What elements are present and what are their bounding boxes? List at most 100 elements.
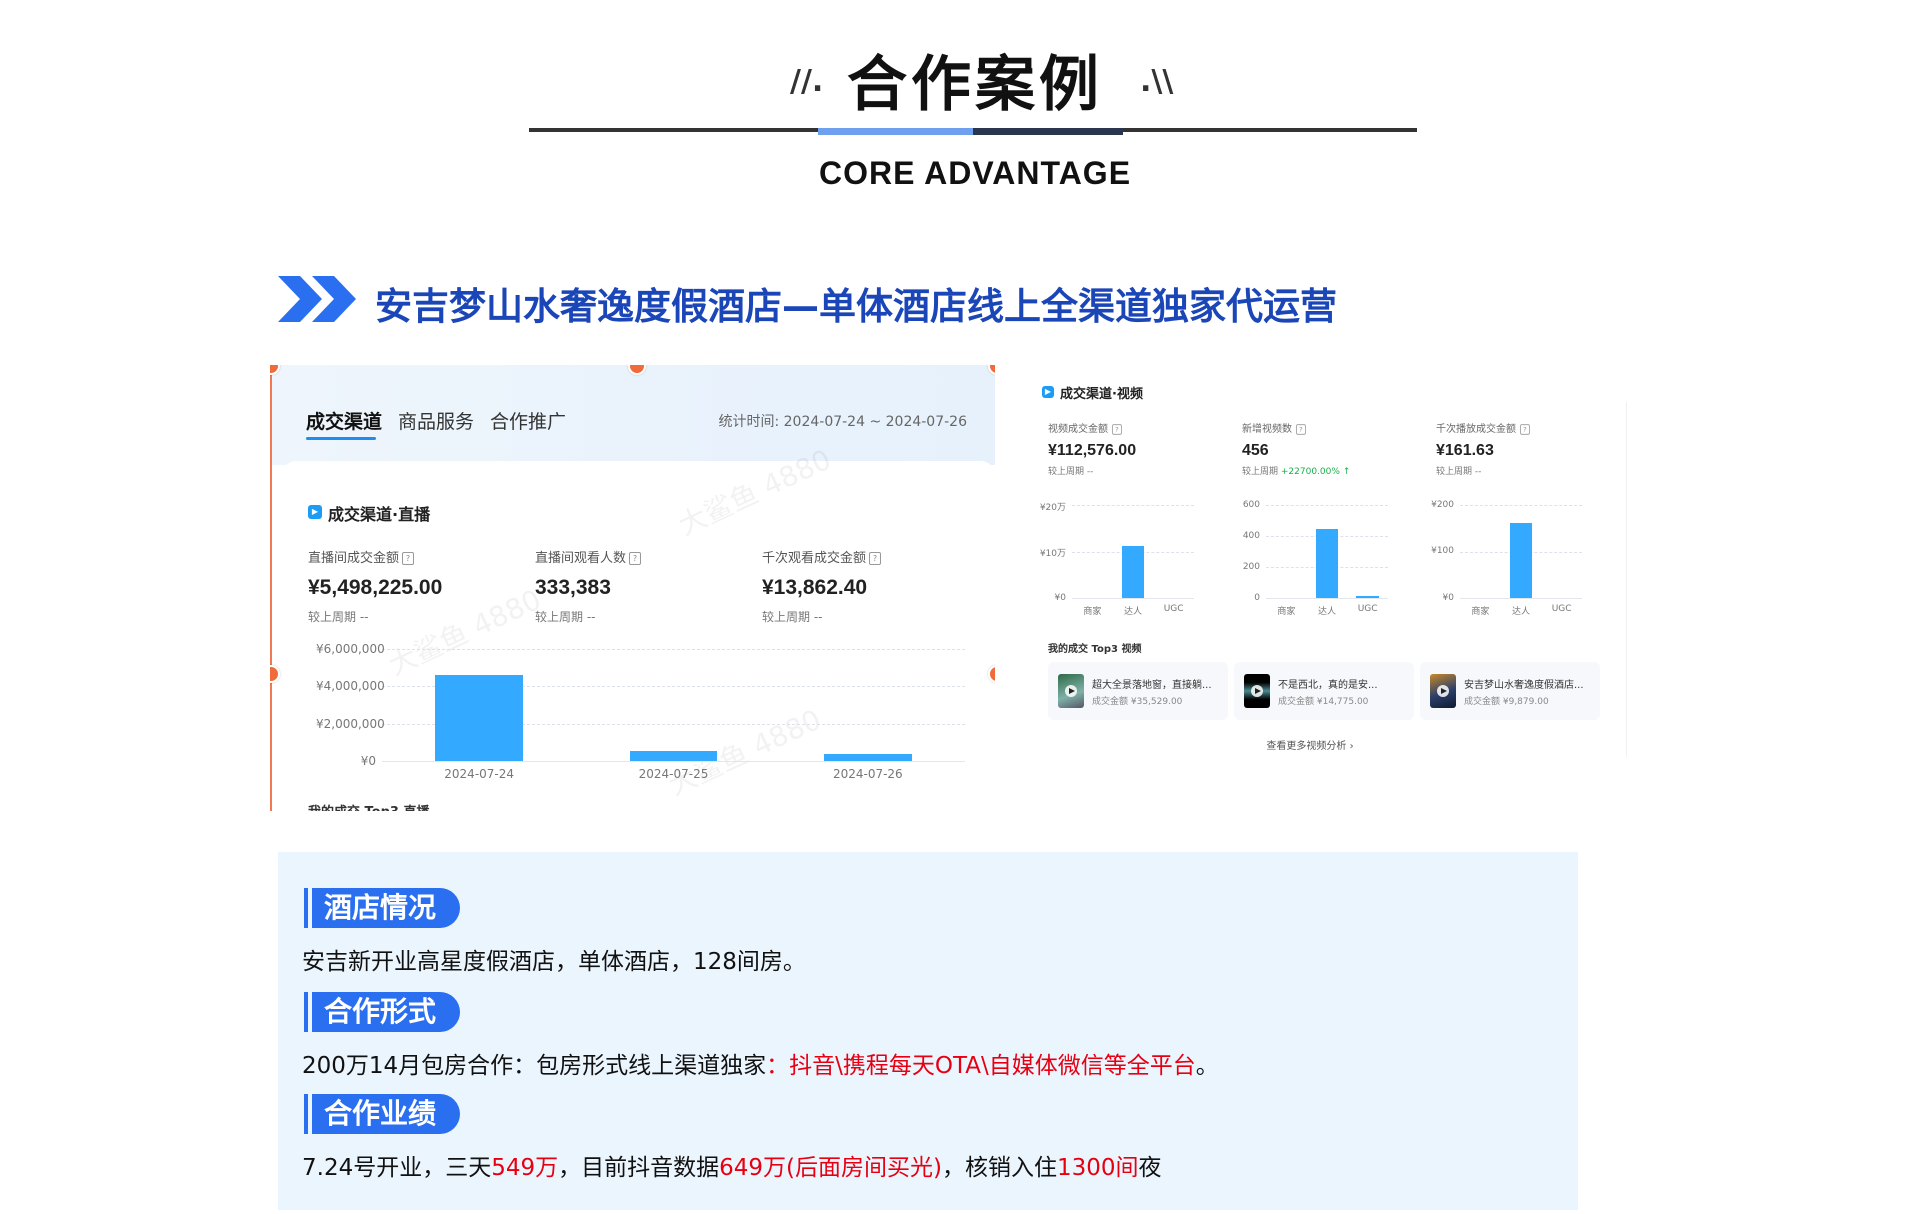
x-tick-label: 达人 (1317, 607, 1336, 617)
y-tick-label: ¥0 (1054, 592, 1066, 603)
metric-compare: 较上周期 -- (535, 610, 596, 624)
top3-live-title: 我的成交 Top3 直播 (308, 801, 429, 811)
gridline (1460, 505, 1582, 506)
metric-label: 千次播放成交金额 (1436, 424, 1516, 435)
active-tab-indicator (306, 437, 376, 440)
y-tick-label: 600 (1242, 499, 1260, 510)
play-icon (1065, 685, 1077, 697)
y-tick-label: ¥0 (360, 754, 376, 768)
tab-deal-channel[interactable]: 成交渠道 (306, 407, 382, 434)
panel-edge (1626, 402, 1627, 757)
highlight-text: ：抖音\携程每天OTA\自媒体微信等全平台 (766, 1053, 1196, 1079)
video-gmv-bar-chart: ¥0 ¥10万 ¥20万 商家 达人 UGC (1038, 495, 1198, 620)
page-title: 合作案例 (847, 50, 1103, 120)
metric-label: 直播间成交金额 (308, 551, 400, 566)
y-tick-label: ¥200 (1431, 499, 1454, 510)
metric-new-videos: 新增视频数? 456 较上周期 +22700.00% ↑ (1242, 420, 1350, 477)
x-tick-label: 商家 (1083, 607, 1102, 617)
title-underline-accent-blue (818, 128, 973, 135)
highlight-text: 649万(后面房间买光) (719, 1155, 942, 1181)
metric-compare: 较上周期 -- (1048, 466, 1094, 477)
body-text: 夜 (1138, 1155, 1162, 1181)
y-tick-label: ¥20万 (1039, 502, 1066, 513)
gridline (1266, 505, 1388, 506)
y-tick-label: ¥100 (1431, 546, 1454, 556)
video-channel-panel: ▶ 成交渠道·视频 视频成交金额? ¥112,576.00 较上周期 -- 新增… (1030, 370, 1630, 760)
timeline-dot (270, 665, 280, 683)
video-gpm-bar-chart: ¥0 ¥100 ¥200 商家 达人 UGC (1426, 495, 1586, 620)
video-title: 安吉梦山水奢逸度假酒店... (1464, 680, 1584, 691)
help-icon[interactable]: ? (1296, 423, 1306, 435)
x-axis-line (382, 761, 965, 762)
x-axis-line (1072, 598, 1194, 599)
tab-cooperation-promo[interactable]: 合作推广 (490, 407, 566, 434)
help-icon[interactable]: ? (402, 552, 415, 565)
metric-value: ¥5,498,225.00 (308, 576, 443, 599)
y-tick-label: ¥2,000,000 (316, 716, 385, 731)
block-title: 成交渠道·直播 (328, 505, 431, 524)
bar[interactable] (824, 753, 912, 761)
help-icon[interactable]: ? (1520, 423, 1530, 435)
metric-value: 333,383 (535, 576, 611, 599)
y-tick-label: 200 (1242, 561, 1260, 572)
live-channel-icon: ▶ (308, 505, 322, 519)
help-icon[interactable]: ? (869, 552, 882, 565)
play-icon (1437, 685, 1449, 697)
highlight-text: 549万 (491, 1155, 559, 1181)
double-chevron-right-icon (278, 276, 356, 322)
gridline (1072, 505, 1194, 506)
case-info-box: 酒店情况 安吉新开业高星度假酒店，单体酒店，128间房。 合作形式 200万14… (278, 852, 1578, 1210)
tag-bar (304, 1094, 308, 1134)
x-axis-line (1460, 598, 1582, 599)
bar[interactable] (629, 750, 718, 761)
video-card[interactable]: 安吉梦山水奢逸度假酒店... 成交金额 ¥9,879.00 (1420, 662, 1600, 720)
y-tick-label: ¥0 (1442, 592, 1454, 603)
stat-time-range: 统计时间: 2024-07-24 ~ 2024-07-26 (718, 414, 967, 430)
video-amount: 成交金额 ¥9,879.00 (1464, 697, 1549, 707)
timeline-line (270, 365, 272, 811)
metric-live-gmv: 直播间成交金额? ¥5,498,225.00 较上周期 -- (308, 547, 442, 625)
tag-label: 合作业绩 (312, 1094, 461, 1134)
body-text: 7.24号开业，三天 (302, 1155, 492, 1181)
tag-label: 合作形式 (312, 992, 461, 1032)
metric-compare: 较上周期 -- (308, 610, 369, 624)
live-card: 大鲨鱼 4880 大鲨鱼 4880 大鲨鱼 4880 ▶ 成交渠道·直播 直播间… (282, 443, 995, 811)
x-tick-label: 达人 (1511, 607, 1530, 617)
metric-compare: 较上周期 -- (762, 610, 823, 624)
x-tick-label: 商家 (1471, 607, 1490, 617)
more-video-analysis-link[interactable]: 查看更多视频分析 › (1030, 737, 1590, 752)
body-text: ，核销入住 (941, 1155, 1057, 1181)
metric-video-gpm: 千次播放成交金额? ¥161.63 较上周期 -- (1436, 420, 1531, 477)
x-tick-label: UGC (1357, 604, 1378, 614)
x-tick-label: 2024-07-24 (444, 767, 515, 781)
video-card[interactable]: 超大全景落地窗，直接躺... 成交金额 ¥35,529.00 (1048, 662, 1228, 720)
x-tick-label: UGC (1551, 604, 1572, 614)
metric-value: ¥161.63 (1436, 441, 1494, 459)
metric-compare: 较上周期 +22700.00% ↑ (1242, 466, 1351, 477)
metric-label: 视频成交金额 (1048, 424, 1108, 435)
cooperation-description: 200万14月包房合作：包房形式线上渠道独家：抖音\携程每天OTA\自媒体微信等… (302, 1046, 1219, 1080)
x-tick-label: 商家 (1277, 607, 1296, 617)
help-icon[interactable]: ? (1112, 423, 1122, 435)
new-videos-bar-chart: 0 200 400 600 商家 达人 UGC (1232, 495, 1392, 620)
metric-label: 千次观看成交金额 (762, 551, 867, 566)
metric-value: 456 (1242, 441, 1269, 459)
video-card[interactable]: 不是西北，真的是安... 成交金额 ¥14,775.00 (1234, 662, 1414, 720)
tag-bar (304, 992, 308, 1032)
x-tick-label: 达人 (1123, 607, 1142, 617)
live-gmv-bar-chart: ¥0 ¥2,000,000 ¥4,000,000 ¥6,000,000 2024-07-… (282, 641, 995, 791)
block-title: 成交渠道·视频 (1060, 387, 1143, 402)
page-subtitle: CORE ADVANTAGE (818, 155, 1132, 191)
bar[interactable] (1509, 522, 1533, 598)
help-icon[interactable]: ? (629, 552, 642, 565)
y-tick-label: 400 (1242, 530, 1260, 541)
tab-product-service[interactable]: 商品服务 (398, 407, 474, 434)
bar[interactable] (1121, 545, 1145, 598)
bar[interactable] (1315, 529, 1339, 598)
metric-video-gmv: 视频成交金额? ¥112,576.00 较上周期 -- (1048, 420, 1136, 477)
bar[interactable] (435, 675, 523, 761)
case-title: 安吉梦山水奢逸度假酒店—单体酒店线上全渠道独家代运营 (375, 285, 1337, 328)
video-channel-icon: ▶ (1042, 386, 1054, 398)
bar[interactable] (1356, 596, 1379, 599)
right-slash-decoration: .\\ (1140, 64, 1174, 99)
